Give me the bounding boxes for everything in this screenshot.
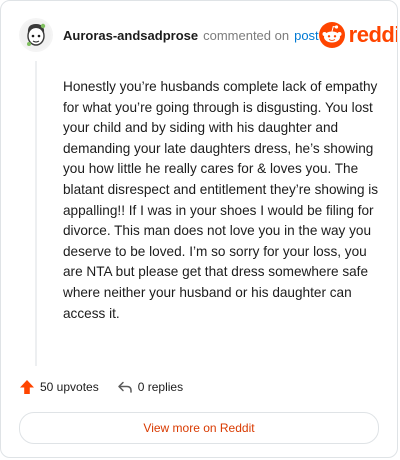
- reddit-logo-icon: [318, 22, 345, 48]
- action-text: commented on: [203, 27, 290, 43]
- embedded-comment-card: Auroras-andsadprose commented on post re…: [0, 0, 398, 458]
- comment-meta: Auroras-andsadprose commented on post: [63, 28, 319, 43]
- comment-actions: 50 upvotes 0 replies: [19, 377, 183, 397]
- thread-line: [35, 61, 37, 366]
- view-more-button[interactable]: View more on Reddit: [19, 412, 379, 444]
- comment-header: Auroras-andsadprose commented on post re…: [19, 17, 397, 53]
- post-link[interactable]: post: [294, 28, 319, 43]
- upvote-arrow-icon[interactable]: [19, 379, 35, 395]
- avatar-icon: [21, 20, 51, 50]
- upvote-count: 50 upvotes: [40, 380, 99, 394]
- upvote-action[interactable]: 50 upvotes: [19, 379, 99, 395]
- reply-count: 0 replies: [137, 380, 184, 394]
- username-link[interactable]: Auroras-andsadprose: [63, 28, 198, 43]
- reddit-wordmark: reddit: [348, 22, 397, 47]
- reply-arrow-icon[interactable]: [117, 379, 133, 395]
- reply-action[interactable]: 0 replies: [117, 379, 183, 395]
- reddit-brand[interactable]: reddit: [318, 22, 397, 48]
- user-avatar[interactable]: [19, 18, 53, 52]
- comment-body: Honestly you’re husbands complete lack o…: [63, 79, 379, 321]
